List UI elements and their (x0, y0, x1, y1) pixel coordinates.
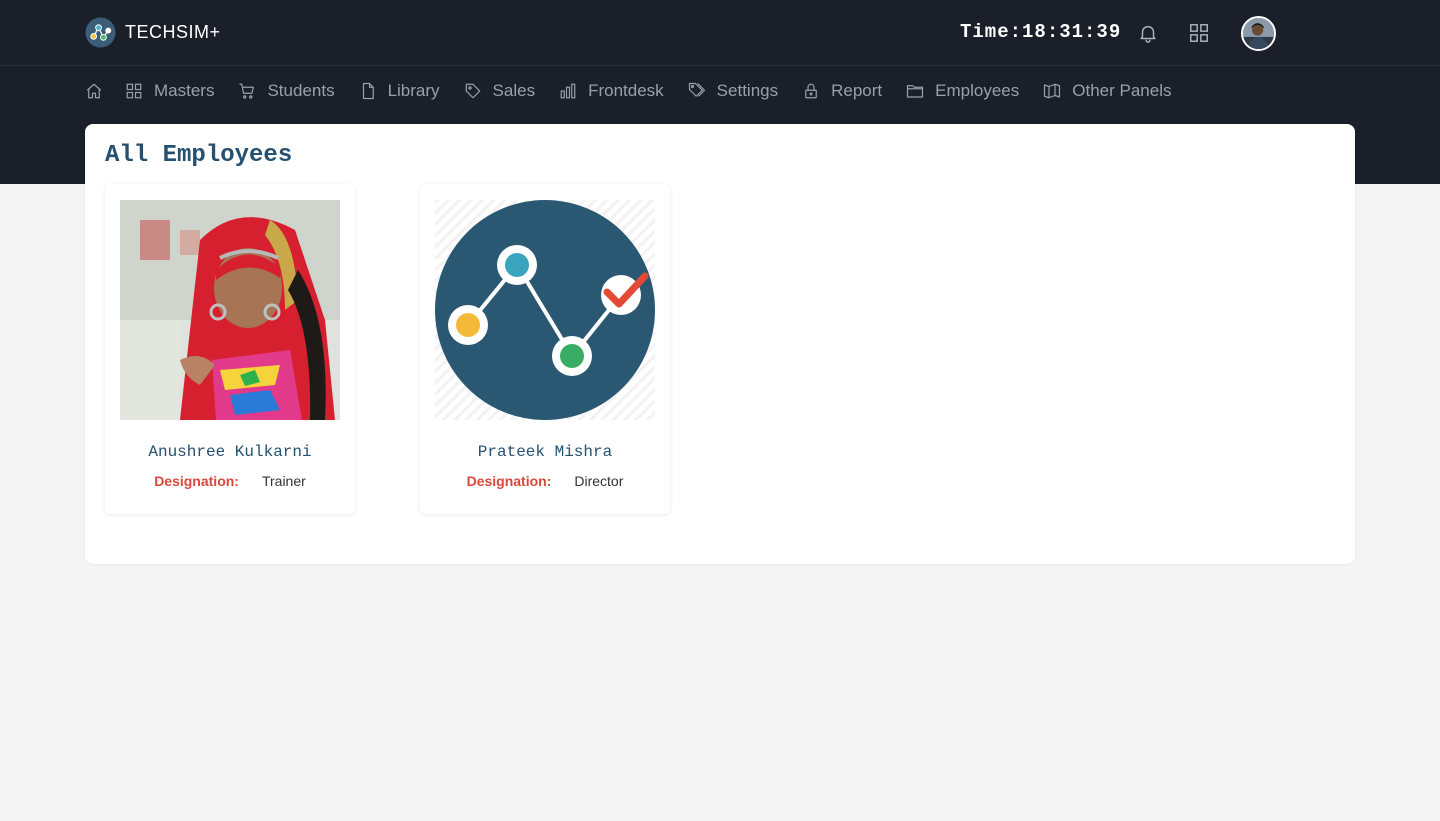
nav-item-other-panels[interactable]: Other Panels (1043, 81, 1171, 101)
page-title: All Employees (105, 142, 293, 169)
brand-name: TECHSIM+ (125, 21, 221, 42)
user-avatar[interactable] (1241, 16, 1276, 51)
grid-icon (126, 83, 142, 99)
employee-card[interactable]: Prateek Mishra Designation: Director (420, 184, 670, 514)
lock-icon (805, 83, 817, 99)
folder-icon (907, 85, 924, 98)
top-bar: TECHSIM+ Time:18:31:39 (0, 0, 1440, 66)
nav-label-sales: Sales (492, 81, 536, 100)
designation-value: Director (574, 473, 624, 489)
nav-item-sales[interactable]: Sales (464, 81, 536, 101)
file-icon (362, 82, 374, 100)
nav-label-report: Report (831, 81, 883, 100)
nav-label-other-panels: Other Panels (1072, 81, 1172, 100)
employee-card[interactable]: Anushree Kulkarni Designation: Trainer (105, 184, 355, 514)
nav-item-library[interactable]: Library (359, 81, 440, 101)
nav-label-students: Students (267, 81, 335, 100)
nav-item-frontdesk[interactable]: Frontdesk (559, 81, 664, 101)
nav-item-employees[interactable]: Employees (906, 81, 1019, 101)
main-nav: Masters Students Library Sales Frontdesk… (85, 78, 1195, 104)
designation-label: Designation: (154, 473, 239, 489)
clock: Time:18:31:39 (960, 21, 1122, 43)
employee-name: Prateek Mishra (477, 443, 613, 461)
cart-icon (239, 83, 255, 99)
home-icon (86, 83, 102, 99)
map-icon (1044, 83, 1061, 99)
nav-label-library: Library (387, 81, 440, 100)
employee-designation: Designation: Trainer (105, 473, 355, 489)
nav-label-frontdesk: Frontdesk (588, 81, 664, 100)
employee-photo[interactable] (120, 200, 340, 420)
analytics-logo-image[interactable] (435, 200, 655, 420)
nav-item-settings[interactable]: Settings (688, 81, 778, 101)
bar-chart-icon (560, 83, 576, 99)
employee-name: Anushree Kulkarni (148, 443, 312, 461)
nav-item-students[interactable]: Students (238, 81, 335, 101)
designation-label: Designation: (466, 473, 552, 489)
designation-value: Trainer (261, 473, 306, 489)
nav-label-masters: Masters (154, 81, 215, 100)
tag-icon (465, 83, 480, 99)
nav-item-home[interactable] (85, 82, 103, 100)
employees-panel: All Employees Anushree Kulkarni Designat… (85, 124, 1355, 564)
nav-label-settings: Settings (716, 81, 779, 100)
nav-label-employees: Employees (935, 81, 1020, 100)
employee-designation: Designation: Director (420, 473, 670, 489)
bell-icon[interactable] (1137, 22, 1159, 44)
brand[interactable]: TECHSIM+ (85, 16, 221, 48)
nav-item-report[interactable]: Report (802, 81, 882, 101)
tags-icon (688, 82, 705, 97)
apps-grid-icon[interactable] (1188, 22, 1210, 44)
brand-logo-icon (85, 16, 116, 48)
nav-item-masters[interactable]: Masters (125, 81, 214, 101)
